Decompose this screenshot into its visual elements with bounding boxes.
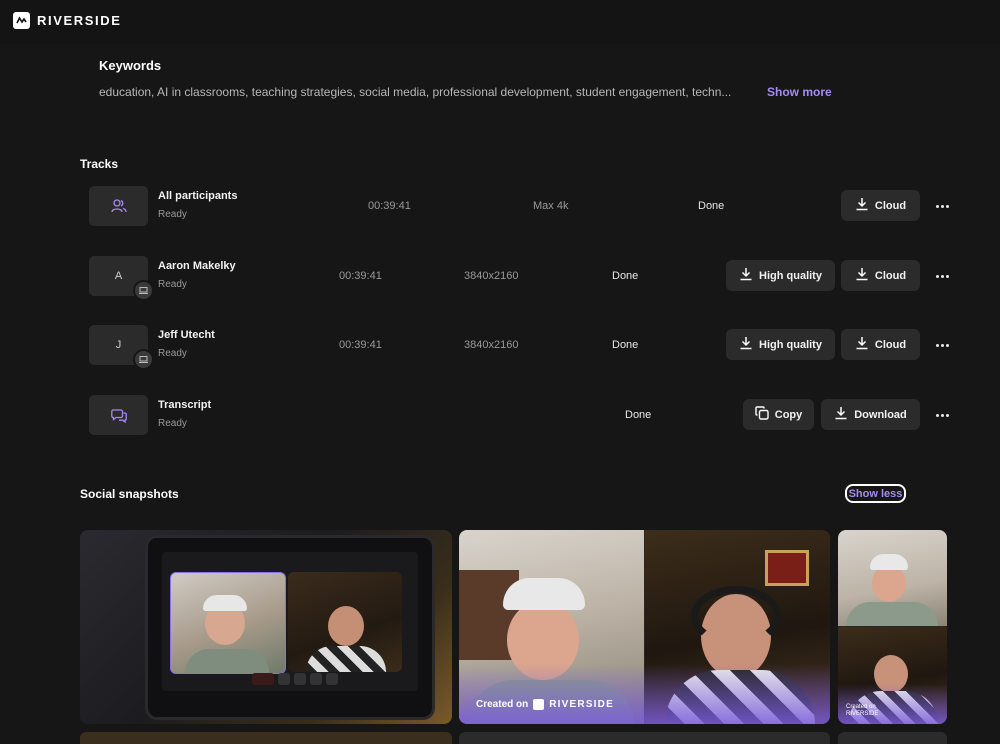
person-cap [503,578,585,610]
track-row-jeff-utecht: J Jeff Utecht Ready 00:39:41 3840x2160 D… [89,325,959,370]
track-duration: 00:39:41 [368,200,411,212]
created-on-text-small: Created on [846,704,876,710]
logo-text: RIVERSIDE [37,13,122,28]
laptop-screen [162,552,418,691]
social-snapshot-row2-2[interactable] [459,732,830,744]
show-less-button[interactable]: Show less [845,484,906,503]
track-name: Transcript [158,399,212,411]
tracks-title: Tracks [80,157,119,171]
track-duration: 00:39:41 [339,270,382,282]
social-snapshots-title: Social snapshots [80,487,179,501]
social-snapshot-row2-3[interactable] [838,732,947,744]
more-options-icon[interactable] [934,407,950,423]
download-icon [855,197,869,214]
track-state: Done [698,200,725,212]
person-shirt [185,649,269,673]
high-quality-button[interactable]: High quality [726,260,835,291]
purple-gradient-overlay [459,664,830,724]
track-row-transcript: Transcript Ready Done Copy Download [89,395,959,437]
social-snapshot-row2-1[interactable] [80,732,452,744]
cloud-button-label: Cloud [874,269,907,282]
laptop-icon [133,280,154,301]
track-row-all-participants: All participants Ready 00:39:41 Max 4k D… [89,186,959,228]
copy-button[interactable]: Copy [743,399,814,430]
track-resolution: 3840x2160 [464,339,519,351]
download-button[interactable]: Download [821,399,920,430]
person-face [328,606,364,646]
created-on-watermark-small: Created on RIVERSIDE [846,704,878,718]
social-snapshot-laptop[interactable] [80,530,452,724]
video-pane-jeff [288,572,402,672]
cloud-button[interactable]: Cloud [841,190,920,221]
track-status: Ready [158,279,187,290]
call-controls [252,673,352,685]
created-on-watermark: Created on RIVERSIDE [476,699,614,710]
aaron-panel [838,530,947,626]
person-sweater [306,646,386,672]
track-resolution: 3840x2160 [464,270,519,282]
track-thumb [89,395,148,435]
download-icon [855,267,869,284]
top-bar: RIVERSIDE [0,0,1000,44]
cloud-button[interactable]: Cloud [841,329,920,360]
social-snapshot-split[interactable]: Created on RIVERSIDE [459,530,830,724]
transcript-icon [110,408,127,423]
video-pane-aaron [170,572,286,674]
download-button-label: Download [854,408,907,421]
download-icon [855,336,869,353]
track-thumb [89,186,148,226]
track-status: Ready [158,348,187,359]
track-name: Aaron Makelky [158,260,236,272]
headphones-icon [691,586,781,646]
keywords-title: Keywords [99,58,162,73]
created-on-text: Created on [476,699,529,710]
high-quality-button-label: High quality [759,269,822,282]
logo-mark-icon [533,699,545,710]
track-duration: 00:39:41 [339,339,382,351]
laptop-icon [133,349,154,370]
keywords-text: education, AI in classrooms, teaching st… [99,85,732,99]
copy-icon [755,406,769,423]
show-more-link[interactable]: Show more [767,85,832,99]
track-resolution: Max 4k [533,200,569,212]
wall-frame [765,550,809,586]
person-cap [203,595,247,611]
cloud-button[interactable]: Cloud [841,260,920,291]
person-cap [870,554,908,570]
download-icon [834,406,848,423]
track-status: Ready [158,418,187,429]
high-quality-button[interactable]: High quality [726,329,835,360]
cloud-button-label: Cloud [874,338,907,351]
person-shirt [846,602,938,626]
avatar-initial: A [114,270,123,282]
track-state: Done [612,339,639,351]
download-icon [739,336,753,353]
download-icon [739,267,753,284]
more-options-icon[interactable] [934,198,950,214]
avatar-initial: J [115,339,122,351]
track-row-aaron-makelky: A Aaron Makelky Ready 00:39:41 3840x2160… [89,256,959,301]
watermark-brand: RIVERSIDE [549,699,614,710]
social-snapshot-vertical[interactable]: Created on RIVERSIDE [838,530,947,724]
track-state: Done [625,409,652,421]
more-options-icon[interactable] [934,337,950,353]
participants-icon [110,199,127,213]
copy-button-label: Copy [774,408,803,421]
laptop-mockup [145,535,435,720]
riverside-logo[interactable]: RIVERSIDE [13,12,121,29]
logo-mark-icon [13,12,30,29]
more-options-icon[interactable] [934,268,950,284]
track-status: Ready [158,209,187,220]
high-quality-button-label: High quality [759,338,822,351]
track-state: Done [612,270,639,282]
cloud-button-label: Cloud [874,199,907,212]
track-name: Jeff Utecht [158,329,215,341]
watermark-brand-small: RIVERSIDE [846,711,879,717]
track-name: All participants [158,190,238,202]
